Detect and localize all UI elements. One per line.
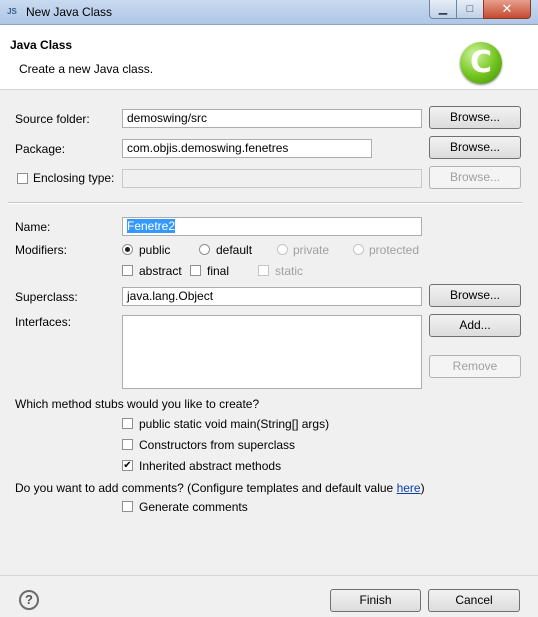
default-radio-label: default: [216, 243, 253, 257]
abstract-label: abstract: [139, 264, 182, 278]
title-bar: JS New Java Class ▁ □ ✕: [0, 0, 538, 25]
public-radio[interactable]: [122, 244, 133, 255]
dialog-header: Java Class Create a new Java class. C: [0, 25, 538, 90]
comments-question: Do you want to add comments? (Configure …: [15, 481, 425, 495]
main-method-label: public static void main(String[] args): [139, 417, 330, 431]
class-name-value: Fenetre2: [127, 219, 176, 233]
enclosing-type-label: Enclosing type:: [33, 171, 115, 185]
protected-radio-label: protected: [369, 243, 420, 257]
modifiers-label: Modifiers:: [15, 243, 68, 257]
final-label: final: [207, 264, 230, 278]
enclosing-type-checkbox[interactable]: [17, 173, 28, 184]
abstract-checkbox[interactable]: [122, 265, 133, 276]
source-folder-label: Source folder:: [15, 112, 90, 126]
superclass-input[interactable]: java.lang.Object: [122, 287, 422, 306]
package-input[interactable]: com.objis.demoswing.fenetres: [122, 139, 372, 158]
source-folder-browse-button[interactable]: Browse...: [429, 106, 521, 129]
default-radio[interactable]: [199, 244, 210, 255]
minimize-button[interactable]: ▁: [429, 0, 457, 19]
check-mark-icon: ✔: [123, 460, 132, 471]
static-checkbox[interactable]: [258, 265, 269, 276]
new-java-class-dialog: JS New Java Class ▁ □ ✕ Java Class Creat…: [0, 0, 538, 617]
enclosing-type-browse-button[interactable]: Browse...: [429, 166, 521, 189]
class-name-input[interactable]: Fenetre2: [122, 217, 422, 236]
finish-button[interactable]: Finish: [330, 589, 421, 612]
radio-selected-dot: [125, 247, 130, 252]
window-title: New Java Class: [26, 5, 113, 19]
footer-separator: [0, 575, 538, 576]
java-icon: JS: [7, 7, 17, 16]
static-label: static: [275, 264, 304, 278]
name-label: Name:: [15, 220, 51, 234]
comments-question-text: Do you want to add comments? (Configure …: [15, 481, 397, 495]
interfaces-label: Interfaces:: [15, 315, 72, 329]
superclass-browse-button[interactable]: Browse...: [429, 284, 521, 307]
private-radio-label: private: [293, 243, 330, 257]
generate-comments-label: Generate comments: [139, 500, 248, 514]
method-stubs-question: Which method stubs would you like to cre…: [15, 397, 260, 411]
package-label: Package:: [15, 142, 66, 156]
java-class-logo-icon: C: [460, 42, 502, 84]
page-description: Create a new Java class.: [19, 62, 154, 76]
maximize-button[interactable]: □: [456, 0, 484, 19]
main-method-checkbox[interactable]: [122, 418, 133, 429]
interfaces-list[interactable]: [122, 315, 422, 389]
generate-comments-checkbox[interactable]: [122, 501, 133, 512]
separator: [8, 202, 522, 204]
source-folder-input[interactable]: demoswing/src: [122, 109, 422, 128]
protected-radio[interactable]: [353, 244, 364, 255]
comments-question-closing: ): [420, 481, 425, 495]
close-button[interactable]: ✕: [483, 0, 531, 19]
logo-letter: C: [469, 45, 493, 80]
public-radio-label: public: [139, 243, 171, 257]
constructors-label: Constructors from superclass: [139, 438, 296, 452]
private-radio[interactable]: [277, 244, 288, 255]
constructors-checkbox[interactable]: [122, 439, 133, 450]
inherited-methods-checkbox[interactable]: ✔: [122, 460, 133, 471]
superclass-label: Superclass:: [15, 290, 78, 304]
package-browse-button[interactable]: Browse...: [429, 136, 521, 159]
inherited-methods-label: Inherited abstract methods: [139, 459, 282, 473]
remove-interface-button[interactable]: Remove: [429, 355, 521, 378]
add-interface-button[interactable]: Add...: [429, 314, 521, 337]
page-title: Java Class: [10, 38, 73, 52]
final-checkbox[interactable]: [190, 265, 201, 276]
cancel-button[interactable]: Cancel: [428, 589, 520, 612]
help-icon[interactable]: ?: [19, 590, 39, 610]
enclosing-type-input[interactable]: [122, 169, 422, 188]
configure-templates-link[interactable]: here: [397, 481, 421, 495]
